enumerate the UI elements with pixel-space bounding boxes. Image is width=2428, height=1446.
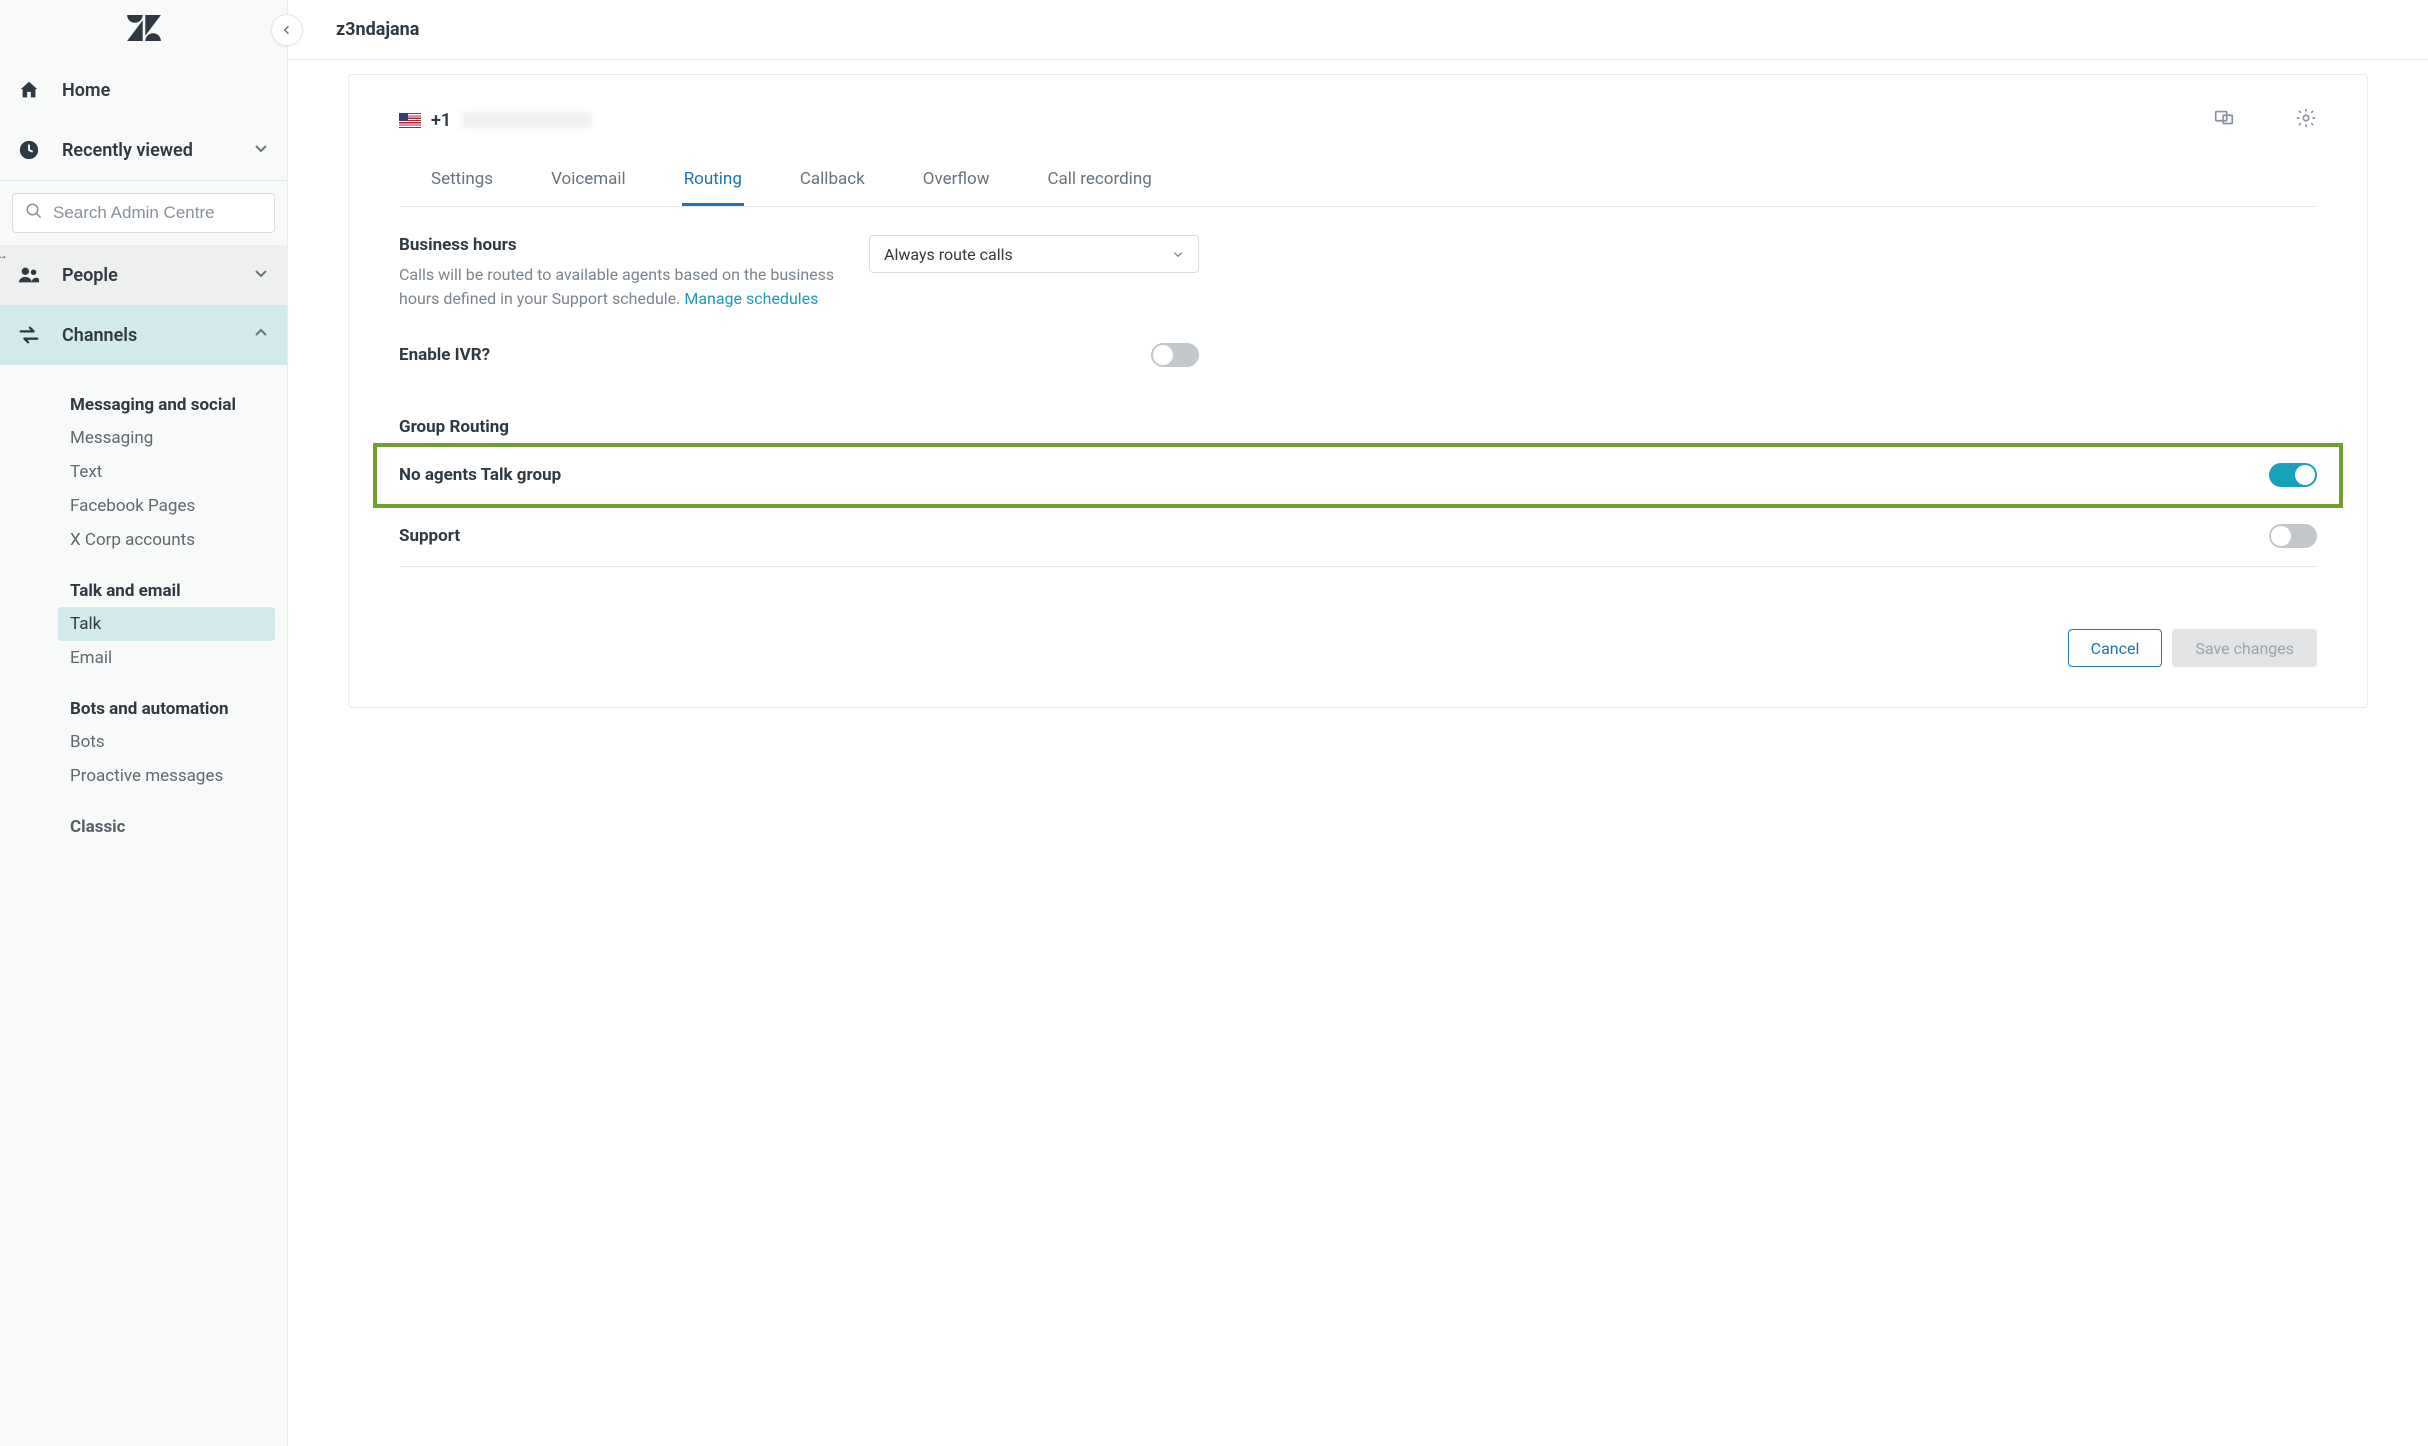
tab-settings[interactable]: Settings: [429, 159, 495, 206]
nav-home-label: Home: [62, 80, 110, 101]
search-input[interactable]: [53, 203, 262, 223]
tab-overflow[interactable]: Overflow: [921, 159, 992, 206]
tab-routing[interactable]: Routing: [682, 159, 744, 206]
people-icon: [18, 264, 62, 286]
tabs: Settings Voicemail Routing Callback Over…: [399, 159, 2317, 207]
tab-voicemail[interactable]: Voicemail: [549, 159, 628, 206]
home-icon: [18, 79, 62, 101]
subgroup-messaging-title: Messaging and social: [0, 385, 287, 421]
nav-channels-label: Channels: [62, 325, 137, 346]
subnav-facebook-pages[interactable]: Facebook Pages: [58, 489, 275, 523]
nav-home[interactable]: Home: [0, 60, 287, 120]
clock-icon: [18, 139, 62, 161]
nav-recently-viewed[interactable]: Recently viewed: [0, 120, 287, 180]
cancel-button[interactable]: Cancel: [2068, 629, 2163, 667]
channels-subnav: Messaging and social Messaging Text Face…: [0, 365, 287, 843]
main: z3ndajana +1 Settings Voicemail: [288, 0, 2428, 1446]
enable-ivr-title: Enable IVR?: [399, 345, 859, 365]
setting-business-hours: Business hours Calls will be routed to a…: [399, 207, 2317, 315]
chevron-down-icon: [253, 140, 269, 160]
nav-people-label: People: [62, 265, 118, 286]
group-label: Support: [399, 526, 2269, 546]
workspace-name: z3ndajana: [336, 19, 419, 40]
group-label: No agents Talk group: [399, 465, 2269, 485]
setting-enable-ivr: Enable IVR?: [399, 315, 2317, 371]
phone-header: +1: [399, 107, 2317, 133]
business-hours-title: Business hours: [399, 235, 859, 255]
manage-schedules-link[interactable]: Manage schedules: [684, 289, 818, 308]
subgroup-classic-title: Classic: [0, 807, 287, 843]
sidebar: ↔ Home Recently viewed Peop: [0, 0, 288, 1446]
phone-prefix: +1: [431, 110, 451, 131]
chevron-down-icon: [253, 265, 269, 285]
subnav-talk[interactable]: Talk: [58, 607, 275, 641]
enable-ivr-toggle[interactable]: [1151, 343, 1199, 367]
business-hours-desc: Calls will be routed to available agents…: [399, 263, 859, 311]
business-hours-select-value: Always route calls: [884, 245, 1013, 264]
nav-channels[interactable]: Channels: [0, 305, 287, 365]
chevron-down-icon: [1172, 245, 1184, 264]
group-routing-heading: Group Routing: [399, 417, 2317, 437]
gear-icon[interactable]: [2295, 107, 2317, 133]
us-flag-icon: [399, 113, 421, 128]
chevron-up-icon: [253, 325, 269, 345]
subnav-text[interactable]: Text: [58, 455, 275, 489]
subnav-messaging[interactable]: Messaging: [58, 421, 275, 455]
resize-handle-icon[interactable]: ↔: [0, 248, 8, 262]
subnav-proactive-messages[interactable]: Proactive messages: [58, 759, 275, 793]
phone-number-redacted: [461, 111, 591, 129]
group-row-no-agents-talk: No agents Talk group: [375, 445, 2341, 506]
app-logo[interactable]: [0, 0, 287, 60]
business-hours-select[interactable]: Always route calls: [869, 235, 1199, 273]
subgroup-bots-title: Bots and automation: [0, 689, 287, 725]
search-input-wrapper[interactable]: [12, 193, 275, 233]
subnav-x-corp-accounts[interactable]: X Corp accounts: [58, 523, 275, 557]
group-toggle-support[interactable]: [2269, 524, 2317, 548]
conversation-icon[interactable]: [2213, 107, 2235, 133]
subnav-email[interactable]: Email: [58, 641, 275, 675]
nav-recently-viewed-label: Recently viewed: [62, 140, 193, 161]
save-button[interactable]: Save changes: [2172, 629, 2317, 667]
zendesk-logo-icon: [127, 15, 161, 45]
phone-settings-card: +1 Settings Voicemail Routing Callback O…: [348, 74, 2368, 708]
topbar: z3ndajana: [288, 0, 2428, 60]
chevron-left-icon: [281, 21, 293, 40]
tab-call-recording[interactable]: Call recording: [1045, 159, 1153, 206]
tab-callback[interactable]: Callback: [798, 159, 867, 206]
group-toggle-no-agents-talk[interactable]: [2269, 463, 2317, 487]
sidebar-collapse-button[interactable]: [271, 14, 303, 46]
channels-icon: [18, 324, 62, 346]
search-icon: [25, 202, 53, 224]
subgroup-talk-email-title: Talk and email: [0, 571, 287, 607]
subnav-bots[interactable]: Bots: [58, 725, 275, 759]
group-row-support: Support: [399, 506, 2317, 567]
nav-people[interactable]: People: [0, 245, 287, 305]
footer-actions: Cancel Save changes: [399, 629, 2317, 667]
